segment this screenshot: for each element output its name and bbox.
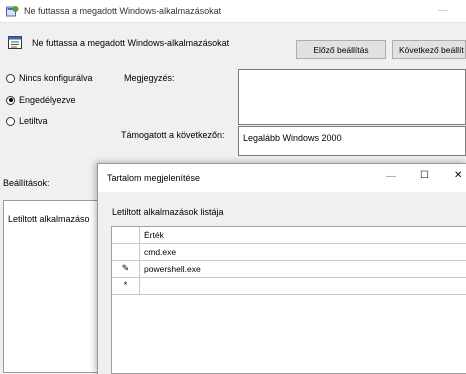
dialog-subtitle: Letiltott alkalmazások listája <box>112 207 224 217</box>
option-enabled[interactable]: Engedélyezve <box>6 95 76 105</box>
option-enabled-label: Engedélyezve <box>19 95 76 105</box>
table-row-new[interactable]: * <box>112 278 466 295</box>
row-value[interactable]: powershell.exe <box>144 261 201 277</box>
dialog-close-button[interactable]: ✕ <box>454 170 462 181</box>
supported-on-value: Legalább Windows 2000 <box>243 133 342 143</box>
settings-label: Beállítások: <box>3 178 50 188</box>
dialog-maximize-button[interactable]: ☐ <box>420 170 429 181</box>
radio-disabled[interactable] <box>6 116 15 126</box>
policy-title: Ne futtassa a megadott Windows-alkalmazá… <box>32 38 230 48</box>
previous-setting-button[interactable]: Előző beállítás <box>296 40 386 59</box>
next-setting-button[interactable]: Következő beállít <box>392 40 466 59</box>
comment-label: Megjegyzés: <box>124 73 175 83</box>
minimize-button[interactable]: — <box>438 5 448 16</box>
radio-enabled[interactable] <box>6 95 15 105</box>
grid-header-corner <box>112 227 140 243</box>
dialog-titlebar: Tartalom megjelenítése — ☐ ✕ <box>98 164 466 192</box>
values-grid[interactable]: Érték cmd.exe ✎ powershell.exe * <box>111 226 466 374</box>
disallowed-apps-label: Letiltott alkalmazáso <box>8 214 90 224</box>
dialog-minimize-button[interactable]: — <box>386 171 396 182</box>
row-selector[interactable] <box>112 244 140 260</box>
policy-settings-icon <box>6 5 19 17</box>
asterisk-icon[interactable]: * <box>112 278 140 294</box>
radio-not-configured[interactable] <box>6 73 15 83</box>
window-title: Ne futtassa a megadott Windows-alkalmazá… <box>24 6 222 16</box>
column-header-value: Érték <box>144 230 164 240</box>
policy-document-icon <box>8 36 24 50</box>
supported-on-label: Támogatott a következőn: <box>121 130 225 140</box>
show-contents-dialog: Tartalom megjelenítése — ☐ ✕ Letiltott a… <box>97 163 466 374</box>
option-not-configured-label: Nincs konfigurálva <box>19 73 93 83</box>
grid-header-row: Érték <box>112 227 466 244</box>
option-disabled[interactable]: Letiltva <box>6 116 48 126</box>
window-titlebar: Ne futtassa a megadott Windows-alkalmazá… <box>0 0 466 23</box>
option-disabled-label: Letiltva <box>19 116 48 126</box>
supported-on-box: Legalább Windows 2000 <box>238 126 466 156</box>
dialog-title: Tartalom megjelenítése <box>107 173 201 183</box>
table-row[interactable]: cmd.exe <box>112 244 466 261</box>
option-not-configured[interactable]: Nincs konfigurálva <box>6 73 93 83</box>
table-row[interactable]: ✎ powershell.exe <box>112 261 466 278</box>
pencil-icon[interactable]: ✎ <box>112 261 140 277</box>
row-value[interactable]: cmd.exe <box>144 244 176 260</box>
comment-textbox[interactable] <box>238 69 466 125</box>
